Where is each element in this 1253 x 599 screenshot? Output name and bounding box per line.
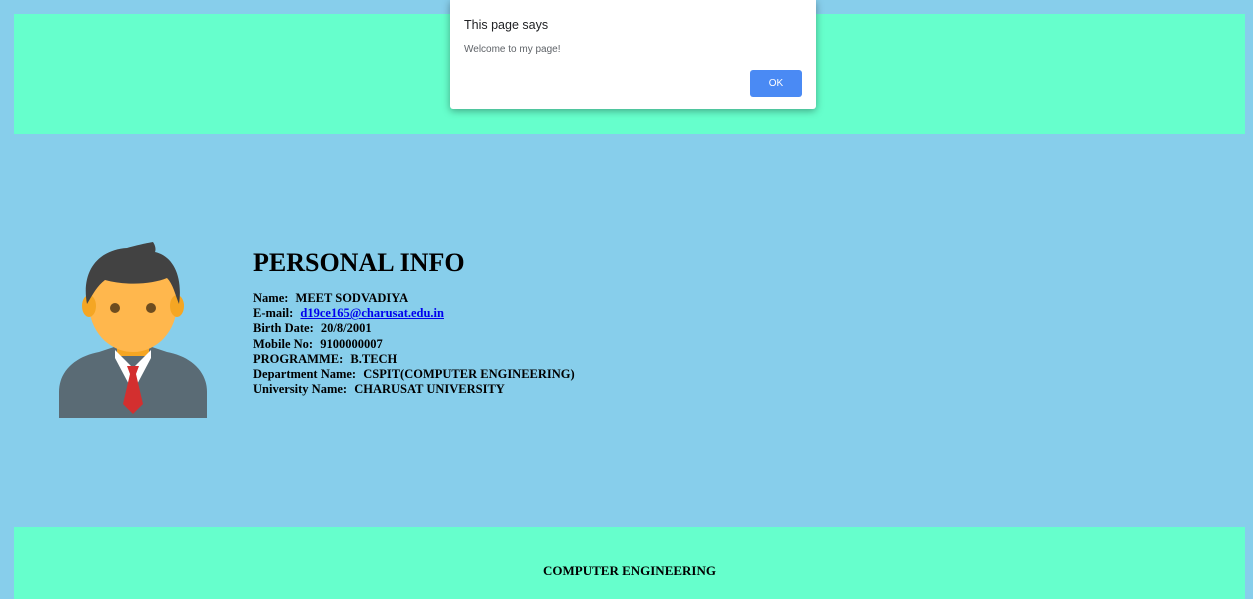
info-value-mobile: 9100000007	[320, 336, 383, 351]
email-link[interactable]: d19ce165@charusat.edu.in	[300, 306, 444, 320]
alert-dialog-title: This page says	[464, 18, 549, 32]
alert-dialog-message: Welcome to my page!	[464, 44, 561, 55]
info-value-department: CSPIT(COMPUTER ENGINEERING)	[363, 367, 575, 382]
info-value-birth-date: 20/8/2001	[320, 321, 372, 336]
info-value-programme: B.TECH	[350, 351, 398, 366]
footer-text: COMPUTER ENGINEERING	[543, 563, 716, 578]
info-value-university: CHARUSAT UNIVERSITY	[354, 382, 505, 397]
info-label: Mobile No:	[253, 336, 314, 351]
alert-dialog: This page says Welcome to my page! OK	[450, 0, 816, 109]
info-row-name: Name: MEET SODVADIYA	[253, 291, 853, 306]
info-row-department: Department Name: CSPIT(COMPUTER ENGINEER…	[253, 367, 853, 382]
info-row-mobile: Mobile No: 9100000007	[253, 337, 853, 352]
info-value-name: MEET SODVADIYA	[295, 291, 409, 305]
info-label: Department Name:	[253, 367, 357, 382]
info-label: PROGRAMME:	[253, 351, 344, 366]
personal-info-section: PERSONAL INFO Name: MEET SODVADIYA E-mai…	[253, 248, 853, 397]
page: PERSONAL INFO Name: MEET SODVADIYA E-mai…	[0, 0, 1253, 599]
footer-band: COMPUTER ENGINEERING	[14, 527, 1245, 599]
info-label: Name:	[253, 291, 289, 305]
info-row-university: University Name: CHARUSAT UNIVERSITY	[253, 382, 853, 397]
ok-button[interactable]: OK	[750, 70, 802, 97]
info-label: Birth Date:	[253, 321, 314, 336]
info-label: E-mail:	[253, 306, 294, 321]
info-row-programme: PROGRAMME: B.TECH	[253, 352, 853, 367]
info-row-birth-date: Birth Date: 20/8/2001	[253, 321, 853, 336]
personal-info-list: Name: MEET SODVADIYA E-mail: d19ce165@ch…	[253, 291, 853, 397]
businessman-avatar-icon	[59, 242, 207, 418]
personal-info-title: PERSONAL INFO	[253, 248, 465, 277]
info-label: University Name:	[253, 382, 348, 397]
info-row-email: E-mail: d19ce165@charusat.edu.in	[253, 306, 853, 321]
